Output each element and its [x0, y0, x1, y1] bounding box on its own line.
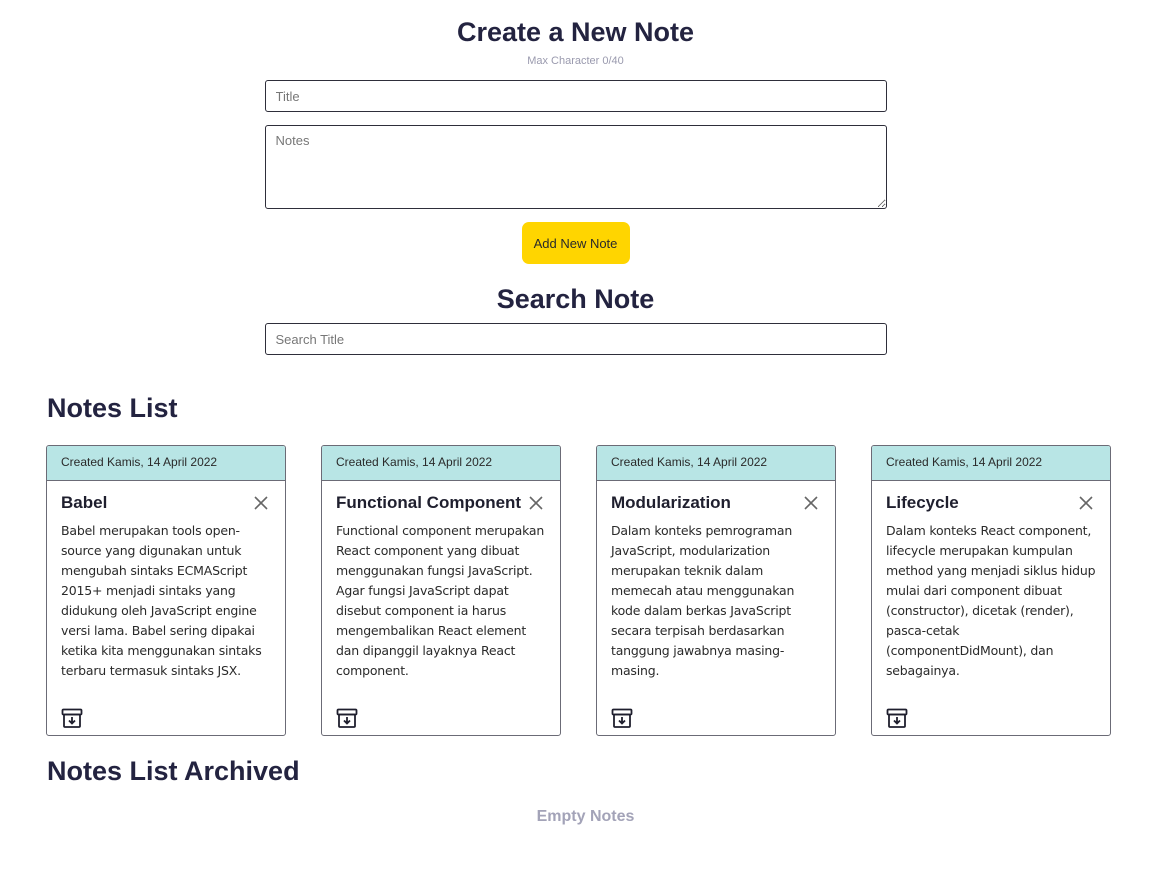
note-card: Created Kamis, 14 April 2022 Lifecycle D… [871, 445, 1111, 736]
add-note-button[interactable]: Add New Note [521, 222, 630, 264]
note-body: Lifecycle Dalam konteks React component,… [872, 481, 1110, 681]
note-title: Lifecycle [886, 493, 959, 512]
note-body: Functional Component Functional componen… [322, 481, 560, 681]
notes-list-title: Notes List [47, 393, 178, 423]
archive-icon[interactable] [336, 707, 358, 729]
create-note-form: Create a New Note Max Character 0/40 Add… [264, 0, 887, 355]
note-card: Created Kamis, 14 April 2022 Babel Babel… [46, 445, 286, 736]
title-input[interactable] [264, 80, 887, 112]
note-text: Dalam konteks pemrograman JavaScript, mo… [611, 523, 795, 678]
note-text: Functional component merupakan React com… [336, 523, 545, 678]
empty-notes-message: Empty Notes [536, 808, 635, 825]
note-title: Functional Component [336, 493, 522, 512]
notes-list: Created Kamis, 14 April 2022 Babel Babel… [46, 445, 1111, 736]
search-input[interactable] [264, 323, 887, 355]
note-title: Babel [61, 493, 108, 512]
note-text: Babel merupakan tools open-source yang d… [61, 523, 262, 678]
close-icon[interactable] [1078, 495, 1094, 511]
note-created-date: Created Kamis, 14 April 2022 [597, 446, 835, 481]
close-icon[interactable] [528, 495, 544, 511]
note-card: Created Kamis, 14 April 2022 Modularizat… [596, 445, 836, 736]
archived-list-title: Notes List Archived [47, 756, 300, 786]
notes-textarea[interactable] [264, 125, 887, 209]
form-title: Create a New Note [456, 17, 695, 47]
note-card: Created Kamis, 14 April 2022 Functional … [321, 445, 561, 736]
archive-icon[interactable] [61, 707, 83, 729]
note-title-row: Lifecycle [886, 493, 1096, 513]
note-title-row: Modularization [611, 493, 821, 513]
note-title: Modularization [611, 493, 731, 512]
note-text: Dalam konteks React component, lifecycle… [886, 523, 1096, 678]
note-created-date: Created Kamis, 14 April 2022 [872, 446, 1110, 481]
note-body: Babel Babel merupakan tools open-source … [47, 481, 285, 681]
max-character-counter: Max Character 0/40 [527, 55, 624, 67]
note-body: Modularization Dalam konteks pemrograman… [597, 481, 835, 681]
search-title: Search Note [496, 284, 655, 314]
note-title-row: Functional Component [336, 493, 546, 513]
note-created-date: Created Kamis, 14 April 2022 [322, 446, 560, 481]
archive-icon[interactable] [886, 707, 908, 729]
archive-icon[interactable] [611, 707, 633, 729]
note-created-date: Created Kamis, 14 April 2022 [47, 446, 285, 481]
notes-app: Create a New Note Max Character 0/40 Add… [0, 0, 1151, 874]
note-title-row: Babel [61, 493, 271, 513]
close-icon[interactable] [253, 495, 269, 511]
close-icon[interactable] [803, 495, 819, 511]
